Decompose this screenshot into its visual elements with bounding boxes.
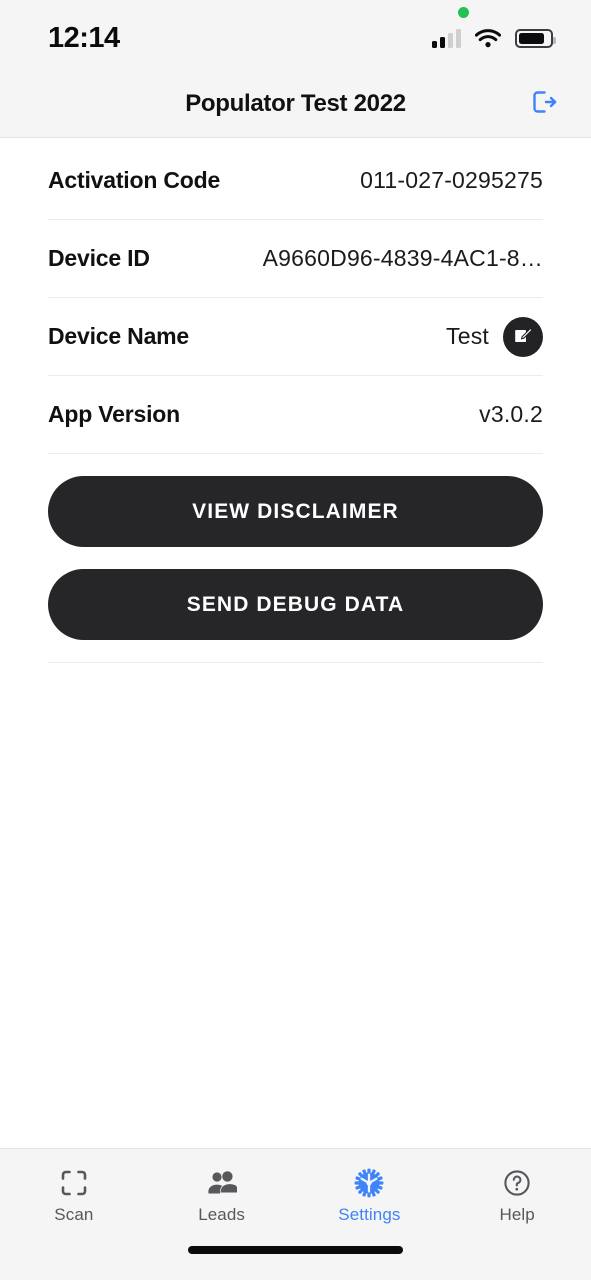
tab-scan[interactable]: Scan [0, 1149, 148, 1233]
tab-help[interactable]: Help [443, 1149, 591, 1233]
status-bar-clock: 12:14 [48, 21, 120, 54]
action-buttons: VIEW DISCLAIMER SEND DEBUG DATA [0, 454, 591, 640]
row-value-device-name: Test [446, 323, 489, 349]
row-value-app-version: v3.0.2 [479, 401, 543, 427]
battery-icon [515, 28, 556, 48]
question-circle-icon [502, 1168, 532, 1198]
row-value-activation-code: 011-027-0295275 [360, 167, 543, 193]
send-debug-data-button[interactable]: SEND DEBUG DATA [48, 569, 543, 640]
settings-content: Activation Code 011-027-0295275 Device I… [0, 138, 591, 1148]
list-item: App Version v3.0.2 [48, 376, 543, 454]
tab-label-settings: Settings [338, 1204, 401, 1224]
tab-label-leads: Leads [198, 1204, 246, 1224]
recording-indicator-icon [458, 6, 469, 18]
row-label-app-version: App Version [48, 401, 180, 427]
row-label-device-id: Device ID [48, 245, 150, 271]
list-item: Device ID A9660D96-4839-4AC1-8… [48, 220, 543, 298]
status-bar-indicators [432, 6, 556, 48]
tab-list: Scan Leads Settings Help [0, 1149, 591, 1233]
wifi-icon [475, 28, 501, 48]
edit-device-name-button[interactable] [503, 316, 543, 357]
logout-icon [528, 87, 558, 120]
tab-label-scan: Scan [54, 1204, 94, 1224]
list-item: Device Name Test [48, 298, 543, 376]
device-name-value-group: Test [446, 316, 543, 357]
home-indicator-area [0, 1233, 591, 1280]
cellular-signal-icon [432, 28, 461, 48]
row-label-activation-code: Activation Code [48, 167, 221, 193]
row-value-device-id: A9660D96-4839-4AC1-8… [262, 245, 543, 271]
app-screen: 12:14 Populator Test 2022 Activation Cod… [0, 0, 591, 1280]
edit-pencil-icon [511, 323, 535, 350]
tab-settings[interactable]: Settings [296, 1149, 444, 1233]
bottom-tab-bar: Scan Leads Settings Help [0, 1148, 591, 1280]
tab-leads[interactable]: Leads [148, 1149, 296, 1233]
app-header: Populator Test 2022 [0, 70, 591, 138]
page-title: Populator Test 2022 [185, 89, 406, 117]
gear-icon [354, 1168, 384, 1198]
settings-list: Activation Code 011-027-0295275 Device I… [0, 142, 591, 454]
scan-frame-icon [59, 1168, 89, 1198]
status-bar: 12:14 [0, 0, 591, 70]
logout-button[interactable] [521, 82, 565, 126]
view-disclaimer-button[interactable]: VIEW DISCLAIMER [48, 476, 543, 547]
people-icon [207, 1168, 237, 1198]
row-label-device-name: Device Name [48, 323, 189, 349]
tab-label-help: Help [499, 1204, 535, 1224]
home-indicator[interactable] [188, 1245, 403, 1254]
section-divider [48, 662, 543, 663]
list-item: Activation Code 011-027-0295275 [48, 142, 543, 220]
